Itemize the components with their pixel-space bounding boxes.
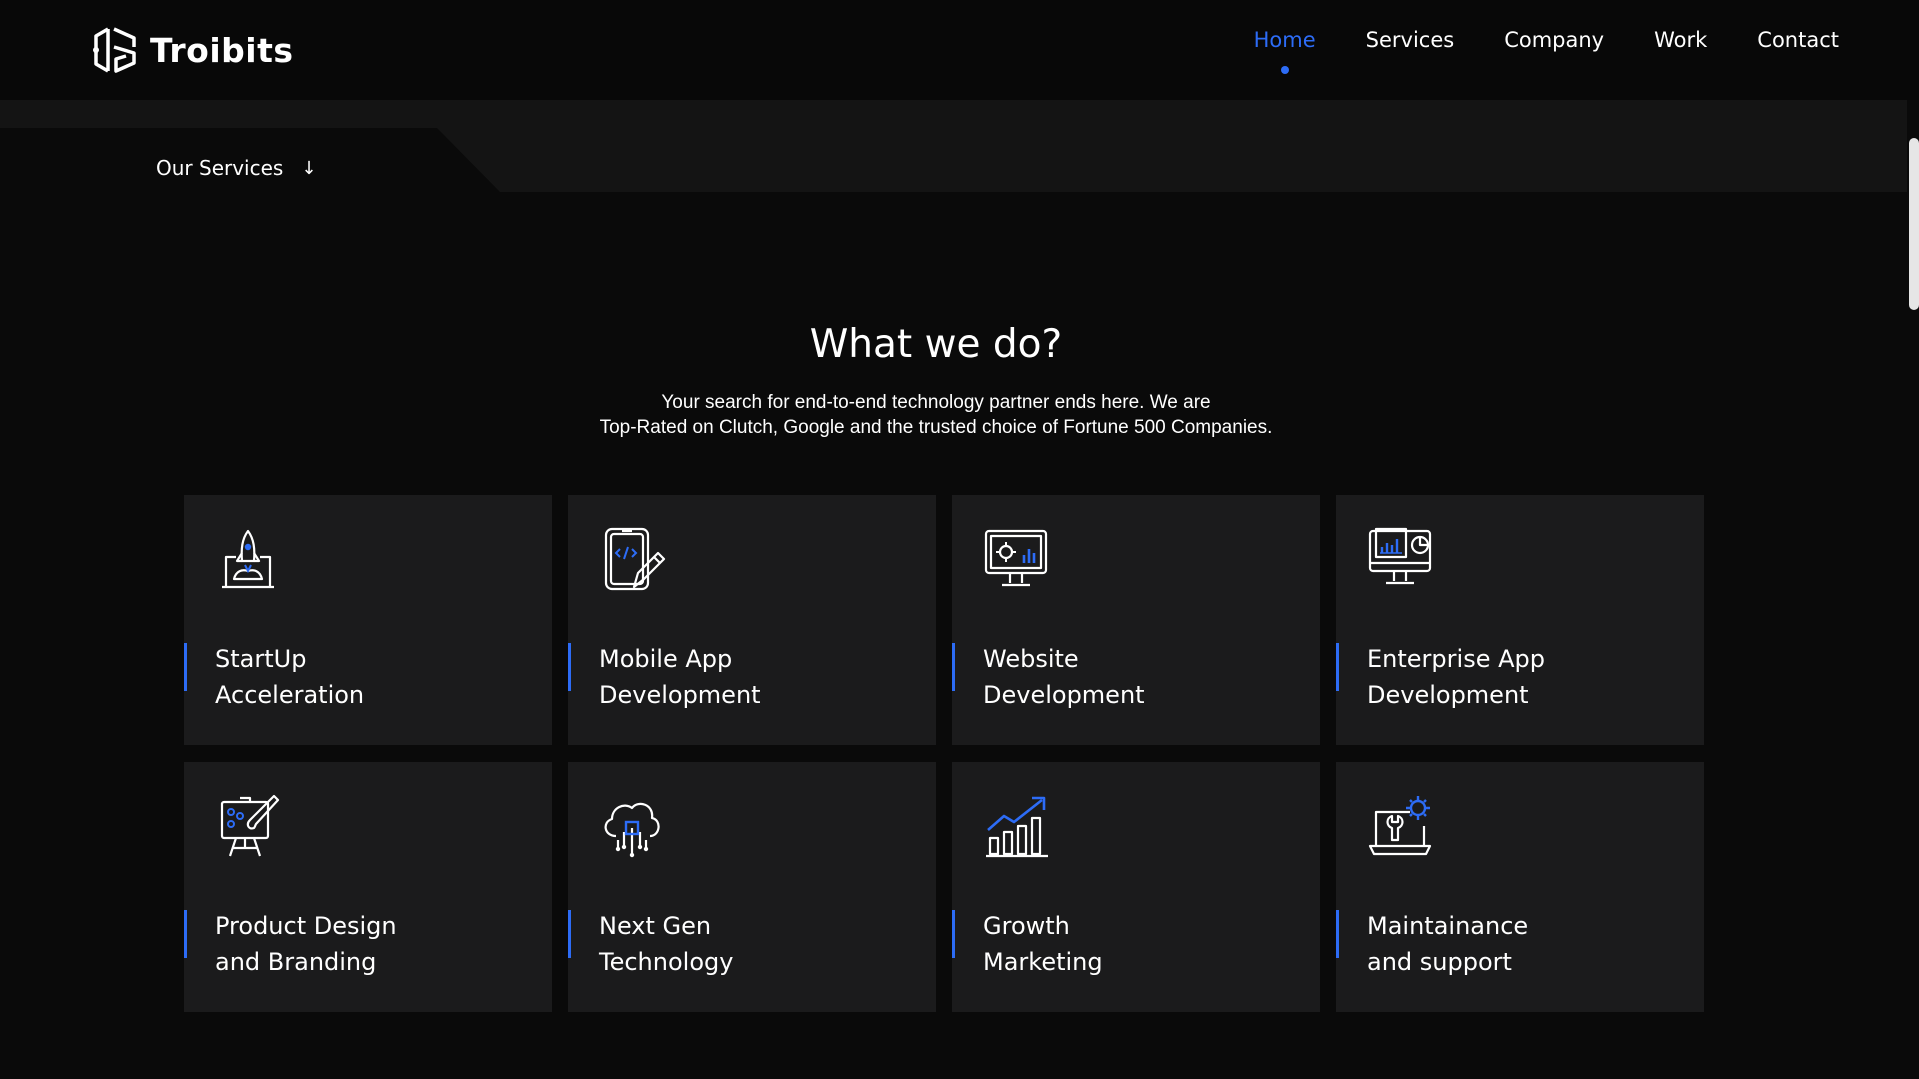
troibits-logo-icon [93,27,136,73]
service-card-enterprise-app[interactable]: Enterprise App Development [1336,495,1704,745]
nav-home[interactable]: Home [1253,28,1316,74]
card-accent-bar [184,910,187,958]
services-grid: StartUp Acceleration Mobile App Developm… [184,495,1704,1012]
service-title: Growth Marketing [983,912,1103,976]
card-accent-bar [184,643,187,691]
nav-work-label: Work [1654,28,1708,52]
card-accent-bar [568,910,571,958]
service-card-maintenance[interactable]: Maintainance and support [1336,762,1704,1012]
monitor-analytics-icon [1368,527,1432,585]
service-card-website[interactable]: Website Development [952,495,1320,745]
nav-services-label: Services [1365,28,1455,52]
service-title: Next Gen Technology [599,912,734,976]
nav-company[interactable]: Company [1504,28,1604,52]
service-title: StartUp Acceleration [215,645,365,709]
service-card-mobile-app[interactable]: Mobile App Development [568,495,936,745]
laptop-wrench-icon [1368,796,1432,856]
design-easel-icon [220,794,280,857]
service-card-next-gen[interactable]: Next Gen Technology [568,762,936,1012]
section-title: What we do? [809,322,1063,367]
brand-logo[interactable]: Troibits [88,22,294,78]
service-title: Product Design and Branding [215,912,397,976]
service-card-growth-marketing[interactable]: Growth Marketing [952,762,1320,1012]
nav-services[interactable]: Services [1366,28,1455,52]
growth-chart-icon [986,796,1048,858]
service-title: Website Development [983,645,1145,709]
card-accent-bar [568,643,571,691]
service-card-product-design[interactable]: Product Design and Branding [184,762,552,1012]
breadcrumb-label: Our Services [156,156,284,180]
top-navigation-bar: Troibits Home Services Company Work Cont… [0,0,1919,100]
mobile-code-icon [604,527,666,591]
service-title: Enterprise App Development [1367,645,1545,709]
service-title: Maintainance and support [1367,912,1529,976]
card-accent-bar [1336,643,1339,691]
nav-contact[interactable]: Contact [1757,28,1839,52]
card-accent-bar [952,643,955,691]
nav-work[interactable]: Work [1654,28,1707,52]
scrollbar-thumb[interactable] [1909,138,1919,310]
service-card-startup[interactable]: StartUp Acceleration [184,495,552,745]
active-indicator-dot [1280,66,1289,74]
section-subtitle: Your search for end-to-end technology pa… [0,390,1872,440]
service-title: Mobile App Development [599,645,761,709]
brand-name: Troibits [150,30,294,70]
main-nav: Home Services Company Work Contact [1253,28,1839,74]
rocket-launch-icon [222,529,274,589]
arrow-down-icon: ↓ [301,157,317,179]
nav-company-label: Company [1504,28,1605,52]
monitor-gear-icon [984,529,1048,587]
card-accent-bar [1336,910,1339,958]
card-accent-bar [952,910,955,958]
nav-contact-label: Contact [1757,28,1839,52]
subtitle-line-2: Top-Rated on Clutch, Google and the trus… [599,417,1273,438]
cloud-chip-icon [604,802,660,858]
subtitle-line-1: Your search for end-to-end technology pa… [661,392,1211,413]
nav-home-label: Home [1253,28,1316,52]
breadcrumb[interactable]: Our Services ↓ [156,156,316,180]
